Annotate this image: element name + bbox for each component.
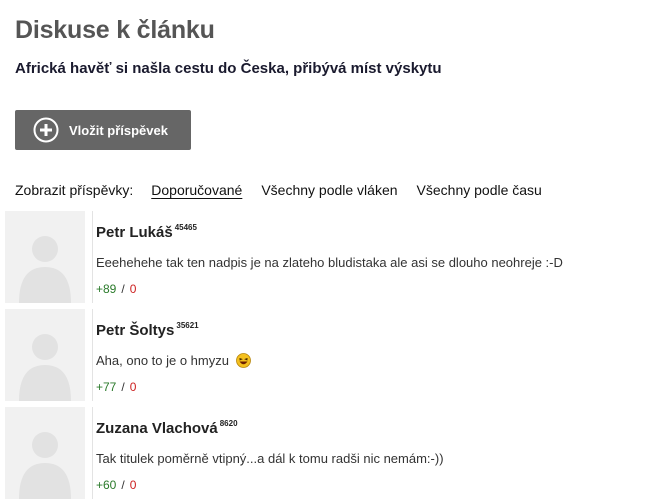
filter-option-recommended[interactable]: Doporučované — [151, 182, 242, 198]
author-name[interactable]: Petr Šoltys — [96, 322, 174, 339]
comment-text: Eeehehehe tak ten nadpis je na zlateho b… — [96, 255, 563, 270]
add-post-button[interactable]: Vložit příspěvek — [15, 110, 191, 150]
comment-item: Zuzana Vlachová 8620 Tak titulek poměrně … — [5, 407, 652, 499]
comment-divider — [92, 407, 93, 499]
comment-author[interactable]: Zuzana Vlachová 8620 — [96, 419, 238, 437]
page-title: Diskuse k článku — [15, 16, 215, 44]
downvote-count[interactable]: 0 — [130, 380, 137, 394]
comment-body: Petr Šoltys 35621 Aha, ono to je o hmyzu … — [92, 309, 652, 401]
vote-separator: / — [121, 478, 125, 492]
vote-separator: / — [121, 282, 125, 296]
upvote-count[interactable]: +89 — [96, 282, 116, 296]
avatar-placeholder-icon — [19, 432, 71, 499]
filter-option-by-thread[interactable]: Všechny podle vláken — [261, 182, 397, 198]
author-score: 35621 — [176, 321, 199, 330]
avatar[interactable] — [5, 407, 85, 499]
filter-option-by-time[interactable]: Všechny podle času — [417, 182, 542, 198]
comment-votes: +60 / 0 — [96, 478, 136, 492]
author-score: 8620 — [219, 419, 238, 428]
vote-separator: / — [121, 380, 125, 394]
avatar[interactable] — [5, 309, 85, 401]
comment-text: Tak titulek poměrně vtipný...a dál k tom… — [96, 451, 444, 466]
downvote-count[interactable]: 0 — [130, 478, 137, 492]
laughing-emoji-icon — [235, 353, 251, 368]
upvote-count[interactable]: +60 — [96, 478, 116, 492]
upvote-count[interactable]: +77 — [96, 380, 116, 394]
author-score: 45465 — [174, 223, 197, 232]
downvote-count[interactable]: 0 — [130, 282, 137, 296]
add-post-label: Vložit příspěvek — [69, 122, 168, 138]
comment-text-line: Aha, ono to je o hmyzu — [96, 353, 251, 368]
comment-text: Aha, ono to je o hmyzu — [96, 353, 229, 368]
comment-votes: +89 / 0 — [96, 282, 136, 296]
comment-body: Petr Lukáš 45465 Eeehehehe tak ten nadpis… — [92, 211, 652, 303]
avatar-placeholder-icon — [19, 236, 71, 303]
plus-circle-icon — [33, 117, 59, 143]
article-title[interactable]: Africká havěť si našla cestu do Česka, p… — [15, 60, 442, 77]
comment-item: Petr Šoltys 35621 Aha, ono to je o hmyzu … — [5, 309, 652, 401]
author-name[interactable]: Petr Lukáš — [96, 224, 173, 241]
avatar-placeholder-icon — [19, 334, 71, 401]
comment-body: Zuzana Vlachová 8620 Tak titulek poměrně … — [92, 407, 652, 499]
comment-author[interactable]: Petr Šoltys 35621 — [96, 321, 199, 339]
comment-divider — [92, 211, 93, 303]
comment-divider — [92, 309, 93, 401]
comment-votes: +77 / 0 — [96, 380, 136, 394]
author-name[interactable]: Zuzana Vlachová — [96, 420, 218, 437]
filter-label: Zobrazit příspěvky: — [15, 182, 134, 198]
post-filter: Zobrazit příspěvky: Doporučované Všechny… — [15, 182, 561, 198]
comment-item: Petr Lukáš 45465 Eeehehehe tak ten nadpis… — [5, 211, 652, 303]
comment-author[interactable]: Petr Lukáš 45465 — [96, 223, 197, 241]
avatar[interactable] — [5, 211, 85, 303]
